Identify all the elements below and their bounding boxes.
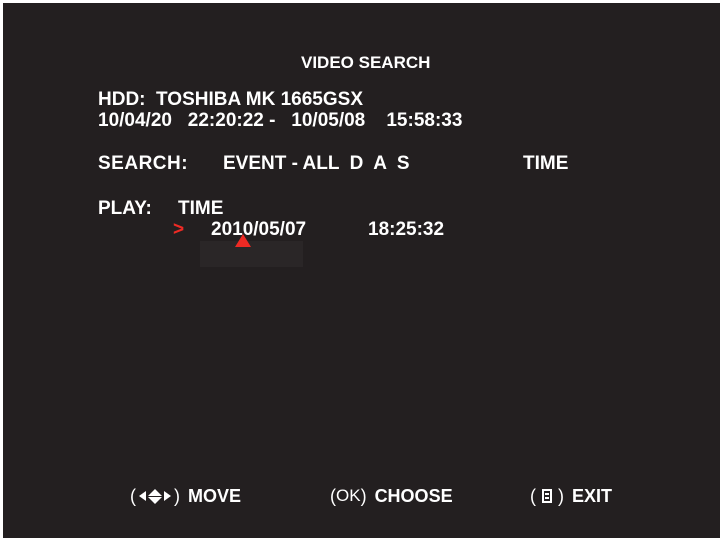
arrow-left-icon <box>139 491 146 501</box>
search-label: SEARCH: <box>98 153 189 174</box>
play-mode-option[interactable]: TIME <box>178 198 223 220</box>
arrow-keys-icon <box>139 488 171 504</box>
move-label: MOVE <box>188 485 242 506</box>
exit-label: EXIT <box>572 485 613 506</box>
paren-close: ) <box>174 485 180 506</box>
play-time-field[interactable]: 18:25:32 <box>368 219 444 241</box>
exit-hint: ( ) EXIT <box>530 484 612 508</box>
osd-screen: VIDEO SEARCH HDD: TOSHIBA MK 1665GSX 10/… <box>3 3 720 538</box>
move-hint: ( ) MOVE <box>130 484 241 508</box>
page-title: VIDEO SEARCH <box>301 53 431 72</box>
menu-key-icon <box>542 489 552 503</box>
arrow-down-icon <box>148 496 162 504</box>
search-type-option[interactable]: TIME <box>523 153 568 175</box>
arrow-up-icon <box>148 488 162 496</box>
edit-position-marker-icon <box>235 234 251 247</box>
paren-close: ) <box>558 485 564 506</box>
search-mode-option[interactable]: EVENT - ALL D A S <box>223 153 410 175</box>
selection-cursor-icon: > <box>173 219 185 240</box>
play-date-field[interactable]: 2010/05/07 <box>211 219 306 241</box>
choose-hint: ( OK ) CHOOSE <box>330 484 453 508</box>
arrow-updown-icon <box>148 488 162 504</box>
field-highlight <box>200 241 303 267</box>
choose-label: CHOOSE <box>374 485 453 506</box>
paren-open: ( <box>530 485 536 506</box>
play-label: PLAY: <box>98 198 152 219</box>
hdd-info: HDD: TOSHIBA MK 1665GSX <box>98 89 363 110</box>
paren-open: ( <box>130 485 136 506</box>
ok-key-label: OK <box>336 486 361 505</box>
arrow-right-icon <box>164 491 171 501</box>
recording-range: 10/04/20 22:20:22 - 10/05/08 15:58:33 <box>98 110 463 131</box>
paren-close: ) <box>360 485 367 506</box>
